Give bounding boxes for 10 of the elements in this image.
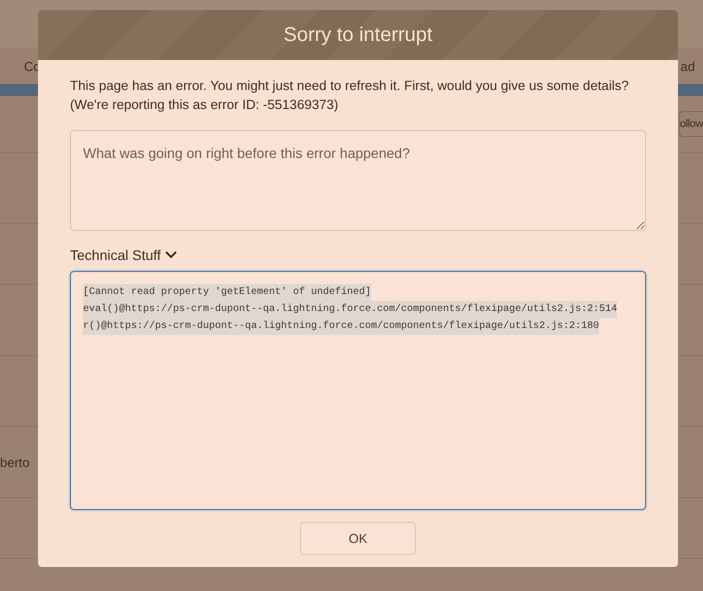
technical-toggle[interactable]: Technical Stuff: [70, 247, 177, 263]
stack-trace-field[interactable]: [70, 271, 646, 510]
ok-button[interactable]: OK: [300, 522, 416, 555]
error-message: (We're reporting this as error ID: -551369373): [70, 96, 340, 114]
chevron-icon: [164, 251, 177, 259]
dialog-title: Sorry to interrupt: [284, 24, 432, 46]
error-message: This page has an error. You might just need to refresh it. First, would you give us some details?: [70, 77, 630, 95]
record-name: berto: [0, 454, 30, 470]
tab-label: ad: [680, 58, 695, 74]
details-field[interactable]: What was going on right before this error happened?: [70, 130, 646, 231]
